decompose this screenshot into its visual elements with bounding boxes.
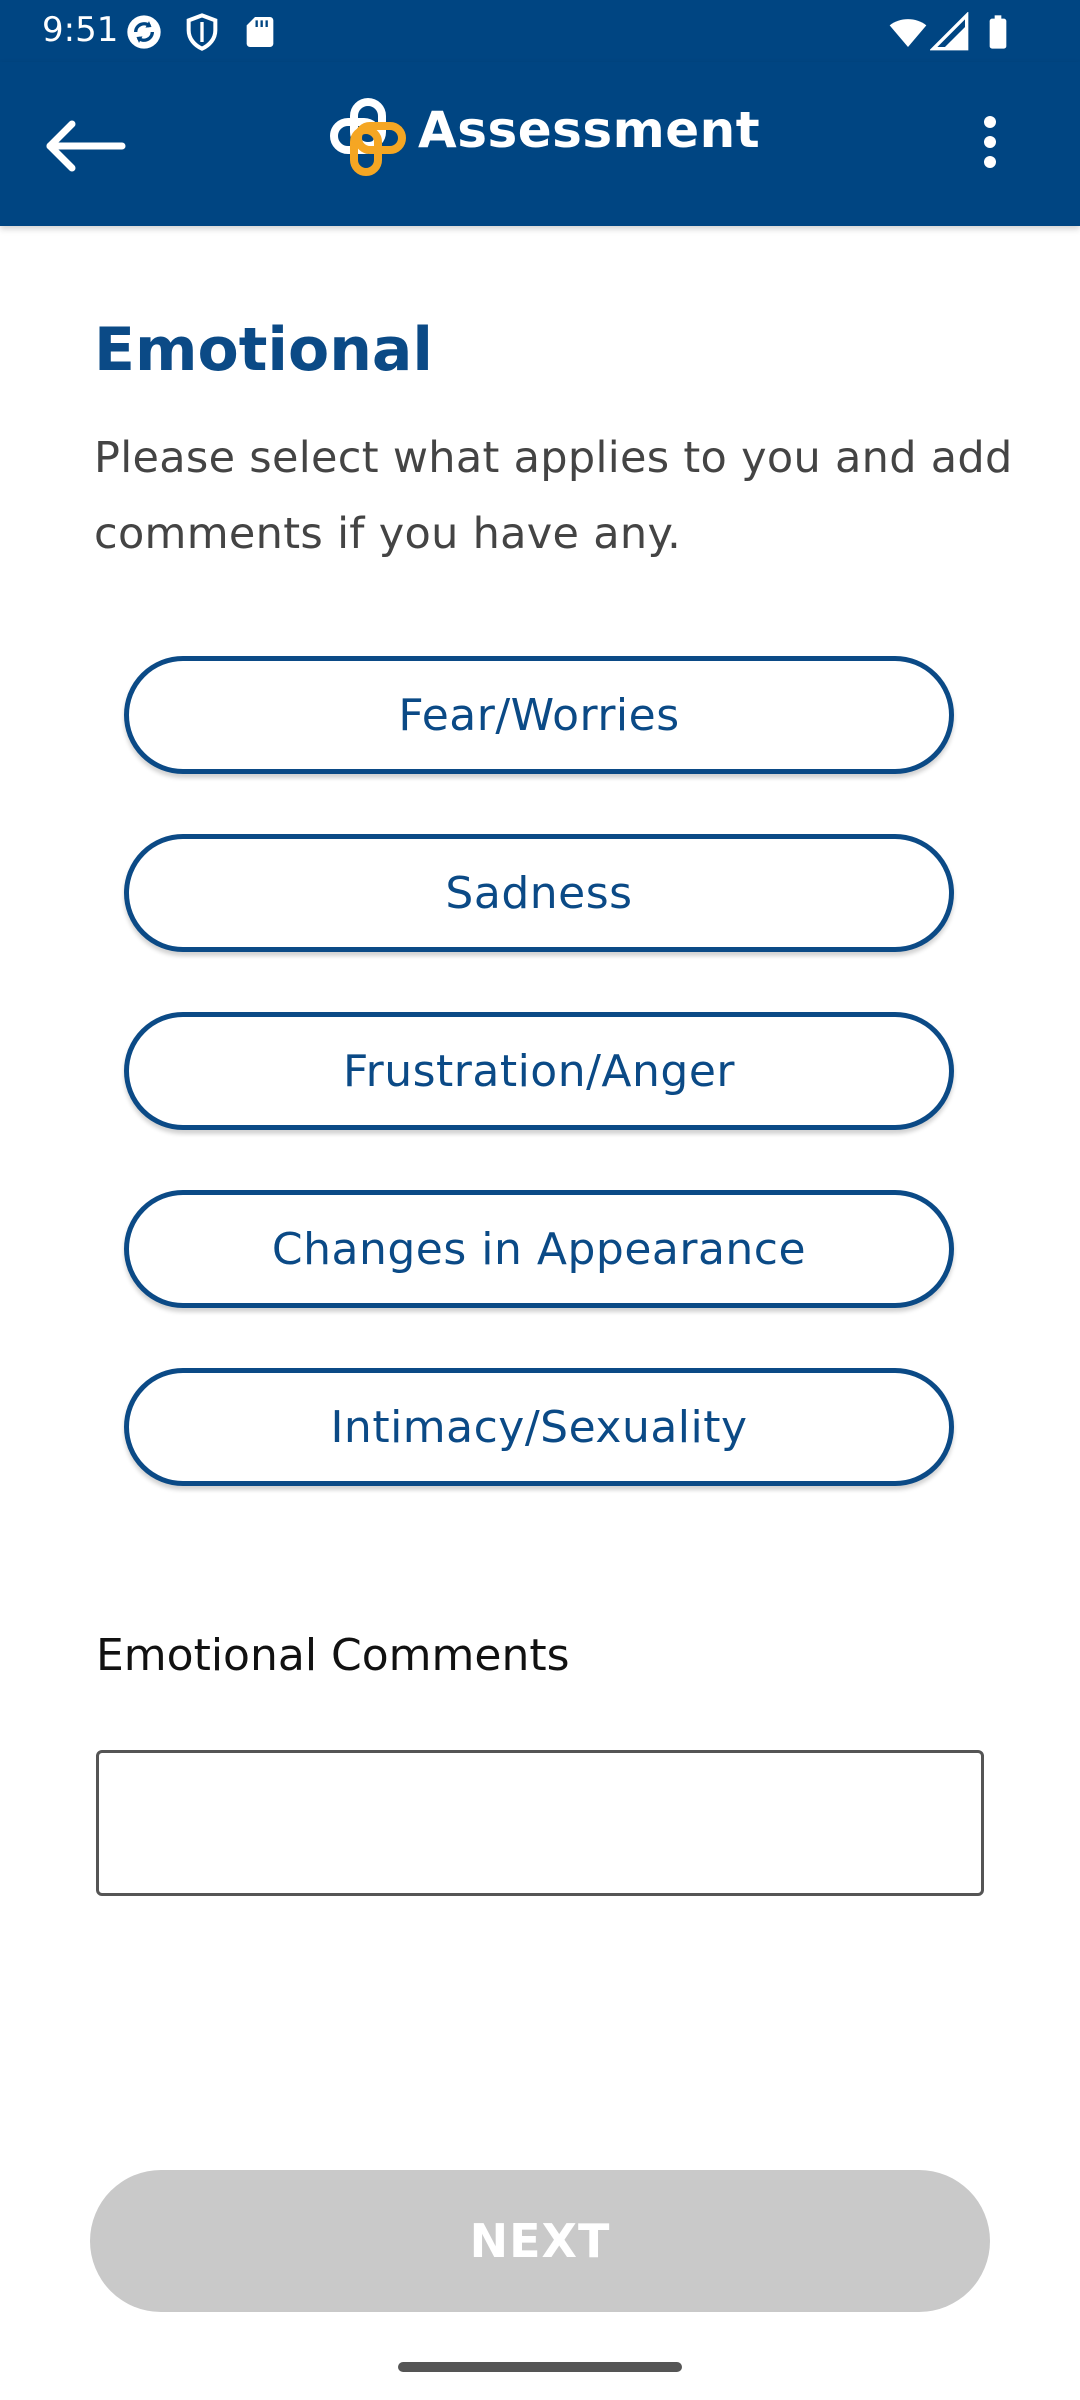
status-time: 9:51 [42,10,119,50]
sync-icon [127,15,161,49]
status-bar: 9:51 [0,0,1080,62]
next-button[interactable]: NEXT [90,2170,990,2312]
signal-icon [930,12,969,51]
app-logo-icon [330,98,406,176]
section-title: Emotional [94,315,433,385]
comments-label: Emotional Comments [96,1630,570,1681]
option-changes-in-appearance-button[interactable]: Changes in Appearance [124,1190,954,1308]
option-sadness-button[interactable]: Sadness [124,834,954,952]
option-frustration-anger-button[interactable]: Frustration/Anger [124,1012,954,1130]
app-title: Assessment [418,101,761,159]
shield-icon [186,13,218,51]
instructions-text: Please select what applies to you and ad… [94,433,1013,559]
battery-icon [989,15,1007,49]
home-indicator[interactable] [398,2362,682,2372]
app-bar: Assessment [0,62,1080,226]
wifi-icon [889,19,927,47]
comments-input[interactable] [96,1750,984,1896]
assessment-screen: 9:51 Assessment Emotional Please select … [0,0,1080,2400]
option-fear-worries-button[interactable]: Fear/Worries [124,656,954,774]
option-intimacy-sexuality-button[interactable]: Intimacy/Sexuality [124,1368,954,1486]
sd-card-icon [246,17,274,47]
more-options-icon[interactable] [960,102,1020,182]
back-arrow-icon[interactable] [36,106,136,186]
